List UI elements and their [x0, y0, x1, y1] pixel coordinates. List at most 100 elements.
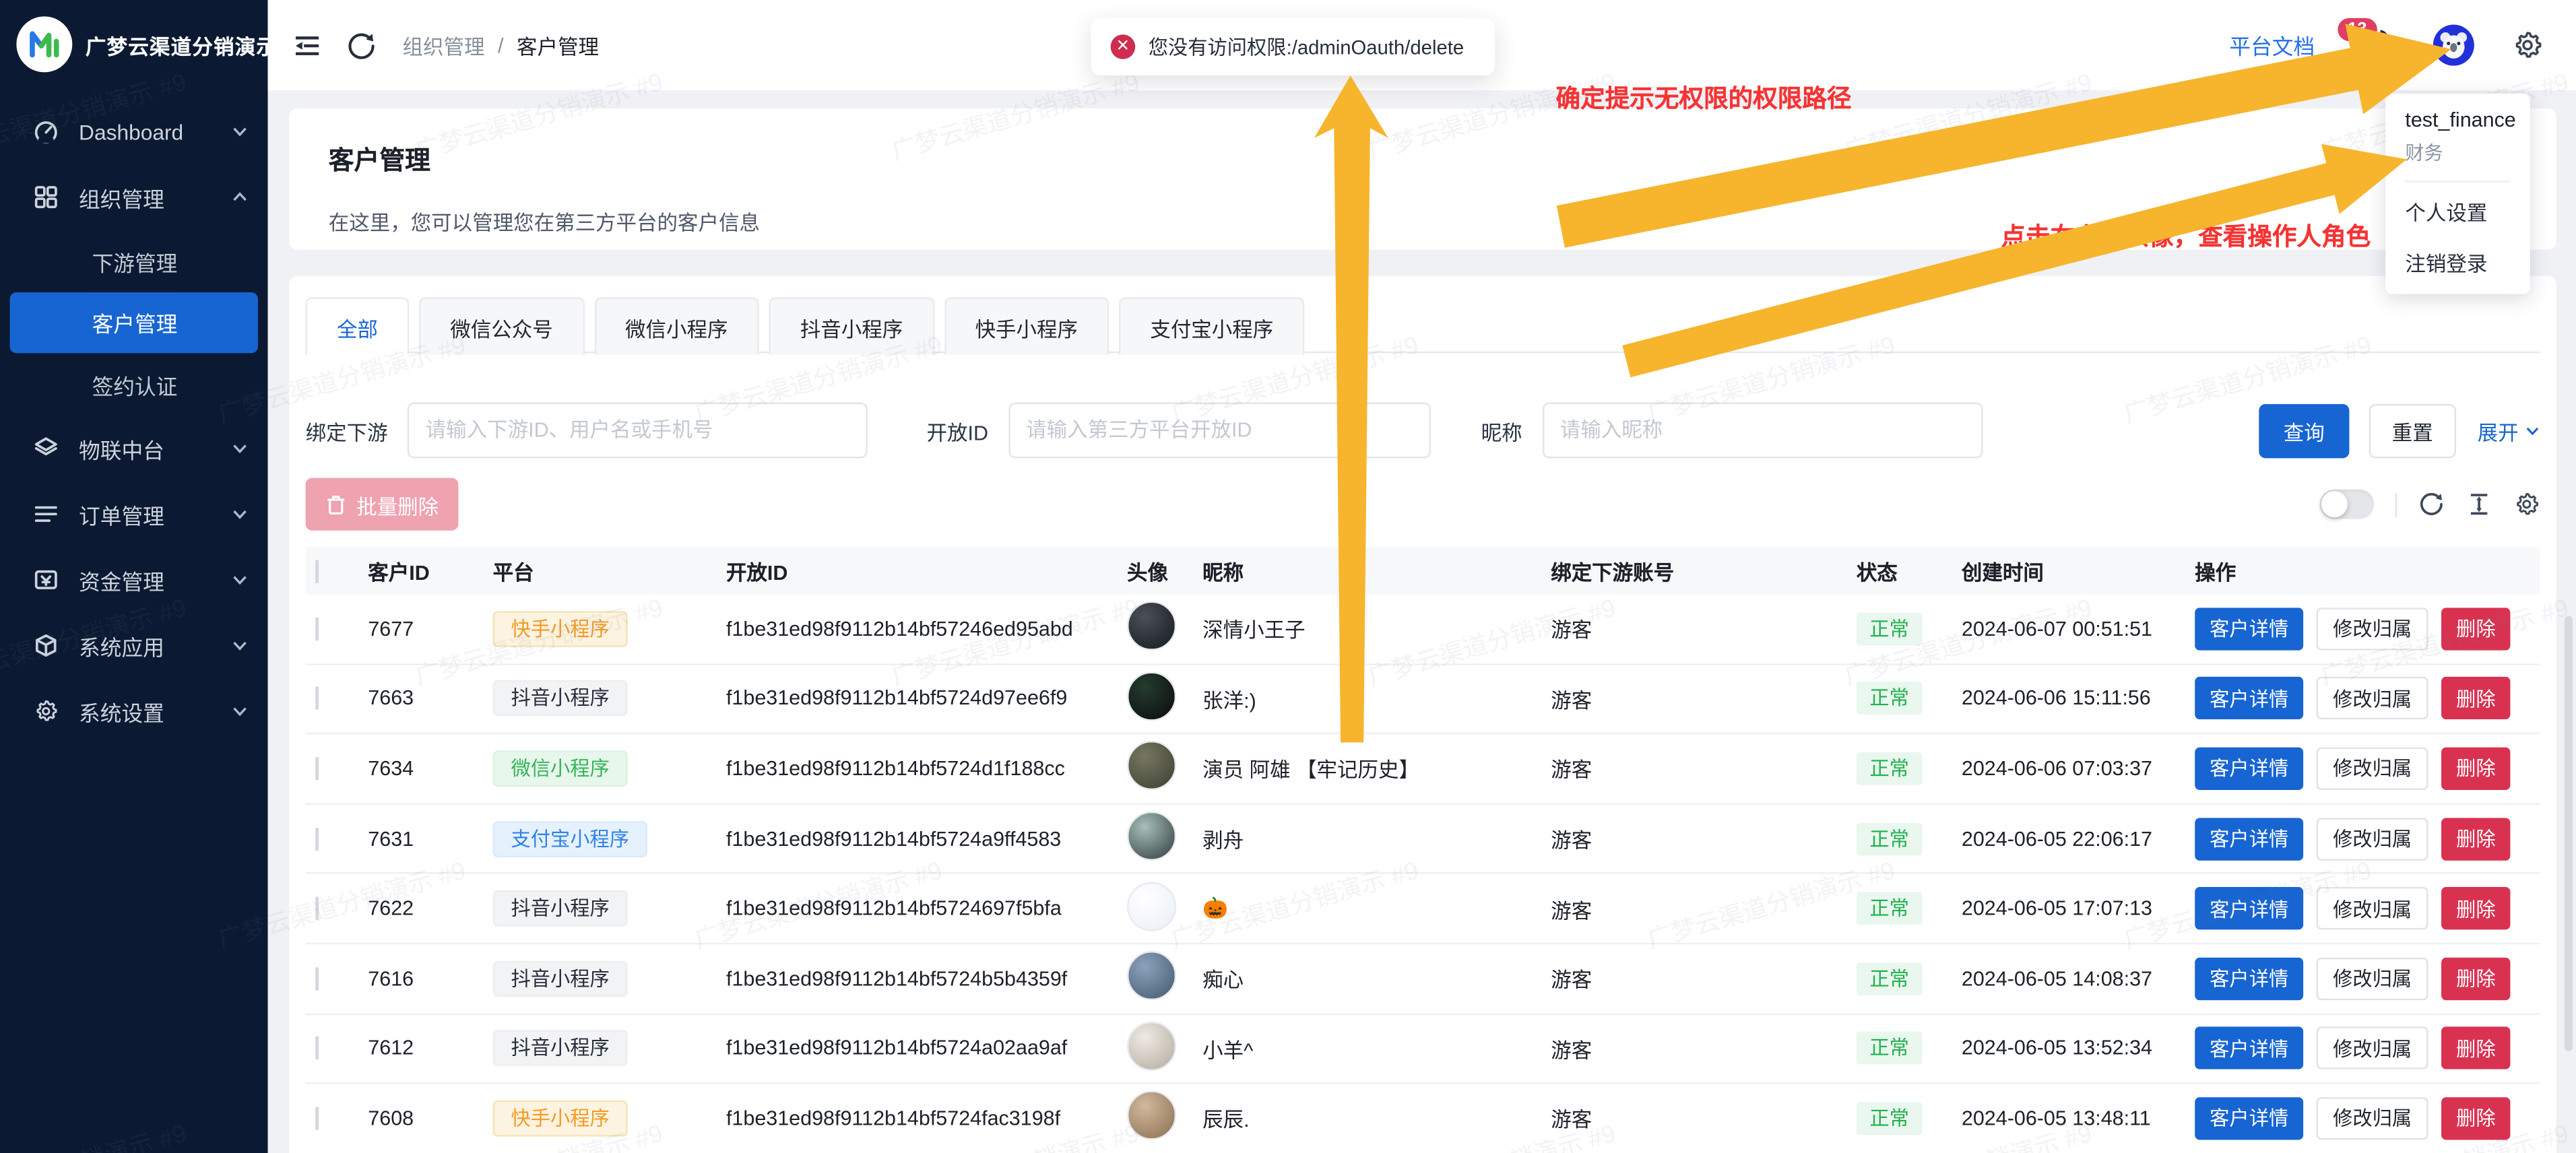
created-time: 2024-06-05 14:08:37: [1958, 967, 2191, 990]
table-row: 7663 抖音小程序 f1be31ed98f9112b14bf5724d97ee…: [306, 665, 2540, 735]
change-owner-button[interactable]: 修改归属: [2317, 607, 2428, 650]
sidebar-subitem-4[interactable]: 签约认证: [0, 353, 268, 416]
customer-detail-button[interactable]: 客户详情: [2195, 957, 2303, 999]
customer-detail-button[interactable]: 客户详情: [2195, 678, 2303, 720]
row-checkbox[interactable]: [315, 617, 319, 640]
customer-detail-button[interactable]: 客户详情: [2195, 1097, 2303, 1140]
openid-label: 开放ID: [927, 415, 988, 446]
sidebar-subitem-3[interactable]: 客户管理: [10, 292, 258, 353]
reset-button[interactable]: 重置: [2369, 403, 2456, 457]
collapse-sidebar-icon[interactable]: [292, 30, 322, 60]
delete-button[interactable]: 删除: [2441, 1097, 2510, 1140]
row-checkbox[interactable]: [315, 687, 319, 710]
row-checkbox-cell: [306, 687, 365, 710]
sidebar-subitem-2[interactable]: 下游管理: [0, 230, 268, 292]
created-time: 2024-06-05 17:07:13: [1958, 897, 2191, 920]
customer-detail-button[interactable]: 客户详情: [2195, 817, 2303, 859]
delete-button[interactable]: 删除: [2441, 887, 2510, 929]
openid-input[interactable]: [1008, 403, 1430, 459]
settings-gear-icon[interactable]: [2512, 30, 2543, 61]
table-row: 7622 抖音小程序 f1be31ed98f9112b14bf5724697f5…: [306, 874, 2540, 944]
table-row: 7677 快手小程序 f1be31ed98f9112b14bf57246ed95…: [306, 595, 2540, 665]
row-checkbox[interactable]: [315, 757, 319, 780]
vertical-scrollbar[interactable]: [2565, 616, 2573, 1051]
notification-bell-icon[interactable]: 13: [2361, 26, 2397, 65]
nickname: 痴心: [1199, 963, 1547, 994]
change-owner-button[interactable]: 修改归属: [2317, 887, 2428, 929]
delete-button[interactable]: 删除: [2441, 607, 2510, 650]
sidebar-item-7[interactable]: 资金管理: [0, 547, 268, 613]
customer-detail-button[interactable]: 客户详情: [2195, 607, 2303, 650]
refresh-table-icon[interactable]: [2418, 491, 2445, 517]
tab-4[interactable]: 快手小程序: [944, 297, 1109, 354]
batch-delete-button[interactable]: 批量删除: [306, 478, 459, 531]
platform-doc-link[interactable]: 平台文档: [2229, 30, 2315, 61]
select-all-checkbox[interactable]: [315, 559, 319, 582]
tab-0[interactable]: 全部: [306, 297, 410, 354]
nickname: 演员 阿雄 【牢记历史】: [1199, 753, 1547, 784]
sidebar-item-label: 系统应用: [79, 630, 232, 661]
delete-button[interactable]: 删除: [2441, 817, 2510, 859]
stripe-toggle[interactable]: [2320, 490, 2374, 519]
row-checkbox[interactable]: [315, 1107, 319, 1130]
tab-3[interactable]: 抖音小程序: [769, 297, 934, 354]
refresh-page-icon[interactable]: [347, 30, 377, 60]
sidebar-item-5[interactable]: 物联中台: [0, 416, 268, 482]
breadcrumb-parent[interactable]: 组织管理: [403, 30, 485, 61]
delete-button[interactable]: 删除: [2441, 1027, 2510, 1069]
chevron-down-icon: [232, 506, 248, 522]
dropdown-item-personal-settings[interactable]: 个人设置: [2405, 183, 2510, 230]
search-button[interactable]: 查询: [2259, 403, 2349, 457]
tab-5[interactable]: 支付宝小程序: [1119, 297, 1305, 354]
column-settings-gear-icon[interactable]: [2513, 491, 2540, 517]
avatar-cell: [1124, 812, 1199, 865]
sidebar-item-6[interactable]: 订单管理: [0, 482, 268, 548]
nickname-input[interactable]: [1542, 403, 1983, 459]
delete-button[interactable]: 删除: [2441, 957, 2510, 999]
sidebar-item-0[interactable]: Dashboard: [0, 98, 268, 164]
tab-1[interactable]: 微信公众号: [419, 297, 584, 354]
sidebar-item-1[interactable]: 组织管理: [0, 164, 268, 230]
change-owner-button[interactable]: 修改归属: [2317, 748, 2428, 790]
delete-button[interactable]: 删除: [2441, 678, 2510, 720]
row-checkbox[interactable]: [315, 897, 319, 920]
customer-detail-button[interactable]: 客户详情: [2195, 748, 2303, 790]
main-area: 组织管理 / 客户管理 平台文档 13: [268, 0, 2576, 1153]
sidebar-item-8[interactable]: 系统应用: [0, 613, 268, 679]
column-header-6: 绑定下游账号: [1547, 555, 1853, 586]
bound-downstream-input[interactable]: [408, 403, 868, 459]
delete-button[interactable]: 删除: [2441, 748, 2510, 790]
tab-2[interactable]: 微信小程序: [594, 297, 759, 354]
change-owner-button[interactable]: 修改归属: [2317, 1097, 2428, 1140]
change-owner-button[interactable]: 修改归属: [2317, 817, 2428, 859]
customer-detail-button[interactable]: 客户详情: [2195, 1027, 2303, 1069]
change-owner-button[interactable]: 修改归属: [2317, 957, 2428, 999]
funds-icon: [33, 566, 59, 593]
avatar-cell: [1124, 601, 1199, 655]
user-avatar[interactable]: [2433, 25, 2474, 66]
brand: 广梦云渠道分销演示: [0, 0, 268, 89]
row-checkbox[interactable]: [315, 1037, 319, 1060]
row-checkbox[interactable]: [315, 967, 319, 990]
breadcrumb-current: 客户管理: [517, 30, 599, 61]
customer-detail-button[interactable]: 客户详情: [2195, 887, 2303, 929]
change-owner-button[interactable]: 修改归属: [2317, 678, 2428, 720]
row-checkbox[interactable]: [315, 827, 319, 850]
customer-avatar: [1127, 882, 1176, 931]
sidebar-item-9[interactable]: 系统设置: [0, 678, 268, 744]
avatar-cell: [1124, 742, 1199, 795]
bound-downstream-account: 游客: [1547, 1033, 1853, 1064]
breadcrumb-separator: /: [498, 34, 503, 57]
customer-avatar: [1127, 812, 1176, 861]
iot-icon: [33, 435, 59, 461]
dropdown-role: 财务: [2405, 139, 2510, 182]
change-owner-button[interactable]: 修改归属: [2317, 1027, 2428, 1069]
dropdown-item-logout[interactable]: 注销登录: [2405, 230, 2510, 281]
expand-filters-link[interactable]: 展开: [2478, 415, 2540, 446]
header-checkbox-cell[interactable]: [306, 559, 365, 582]
batch-delete-label: 批量删除: [356, 489, 439, 520]
created-time: 2024-06-07 00:51:51: [1958, 617, 2191, 640]
row-height-icon[interactable]: [2466, 491, 2492, 517]
customer-id: 7631: [364, 827, 489, 850]
sidebar-item-label: 下游管理: [92, 246, 249, 277]
